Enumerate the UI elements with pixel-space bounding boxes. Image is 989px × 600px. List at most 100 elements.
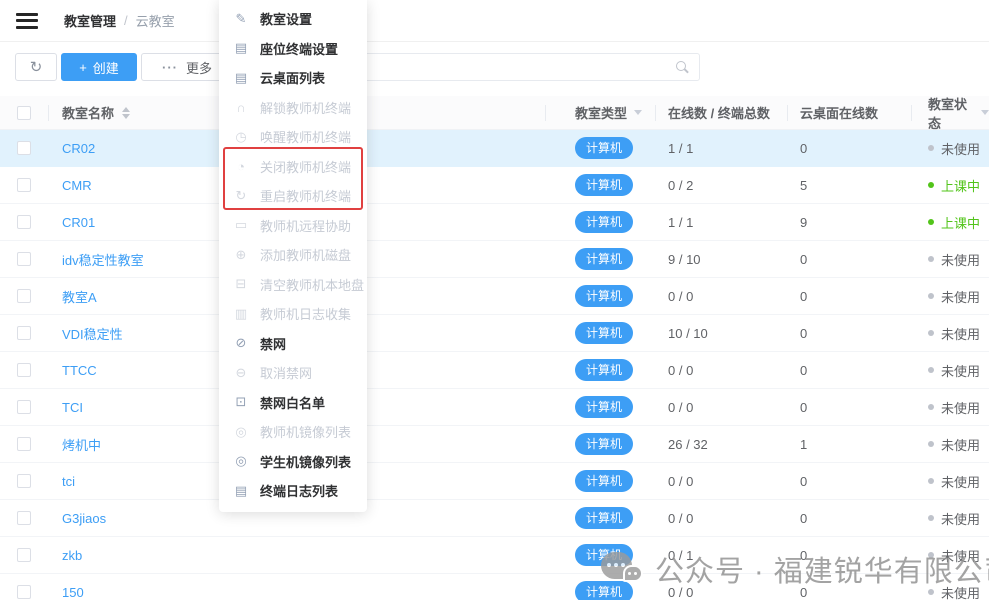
status-dot	[928, 330, 934, 336]
wake-clock-icon: ◷	[233, 129, 249, 145]
whitelist-edit-icon: ⊡	[233, 394, 249, 410]
row-checkbox[interactable]	[17, 585, 31, 599]
room-status: 上课中	[911, 213, 989, 232]
menu-item-unban-network[interactable]: ⊖ 取消禁网	[219, 358, 367, 388]
status-dot	[928, 515, 934, 521]
status-dot	[928, 441, 934, 447]
menu-item-label: 教师机镜像列表	[260, 422, 351, 441]
status-dot	[928, 293, 934, 299]
menu-item-label: 解锁教师机终端	[260, 98, 351, 117]
sort-icon[interactable]	[122, 107, 130, 119]
hamburger-menu-icon[interactable]	[16, 13, 38, 29]
room-name-link[interactable]: VDI稳定性	[62, 324, 123, 343]
row-checkbox[interactable]	[17, 215, 31, 229]
table-row[interactable]: TTCC 计算机 0 / 0 0 未使用	[0, 352, 989, 389]
menu-item-teacher-log-collect[interactable]: ▥ 教师机日志收集	[219, 299, 367, 329]
table-row[interactable]: CMR 计算机 0 / 2 5 上课中	[0, 167, 989, 204]
remote-assist-icon: ▭	[233, 217, 249, 233]
row-checkbox[interactable]	[17, 252, 31, 266]
menu-item-add-teacher-disk[interactable]: ⊕ 添加教师机磁盘	[219, 240, 367, 270]
room-name-link[interactable]: G3jiaos	[62, 511, 106, 526]
row-checkbox[interactable]	[17, 363, 31, 377]
room-name-link[interactable]: CR01	[62, 215, 95, 230]
menu-item-student-mirror-list[interactable]: ◎ 学生机镜像列表	[219, 447, 367, 477]
create-button[interactable]: + 创建	[61, 53, 137, 81]
menu-item-label: 禁网白名单	[260, 393, 325, 412]
menu-item-label: 教师机日志收集	[260, 304, 351, 323]
online-terminal-count: 0 / 0	[655, 511, 787, 526]
filter-caret-icon[interactable]	[634, 110, 642, 115]
menu-item-teacher-mirror-list[interactable]: ◎ 教师机镜像列表	[219, 417, 367, 447]
room-name-link[interactable]: TCI	[62, 400, 83, 415]
refresh-button[interactable]: ↻	[15, 53, 57, 81]
menu-item-ban-network[interactable]: ⊘ 禁网	[219, 329, 367, 359]
menu-item-network-whitelist[interactable]: ⊡ 禁网白名单	[219, 388, 367, 418]
log-collect-icon: ▥	[233, 306, 249, 322]
menu-item-cloud-desktop-list[interactable]: ▤ 云桌面列表	[219, 63, 367, 93]
room-status: 未使用	[911, 287, 989, 306]
cloud-desktop-online-count: 0	[787, 326, 911, 341]
status-label: 未使用	[941, 398, 980, 417]
table-row[interactable]: TCI 计算机 0 / 0 0 未使用	[0, 389, 989, 426]
cloud-desktop-online-count: 9	[787, 215, 911, 230]
unlock-icon: ∩	[233, 100, 249, 115]
room-name-link[interactable]: TTCC	[62, 363, 97, 378]
menu-item-seat-terminal-settings[interactable]: ▤ 座位终端设置	[219, 34, 367, 64]
online-terminal-count: 26 / 32	[655, 437, 787, 452]
row-checkbox[interactable]	[17, 289, 31, 303]
room-name-link[interactable]: 150	[62, 585, 84, 600]
room-name-link[interactable]: idv稳定性教室	[62, 250, 144, 269]
status-label: 上课中	[941, 176, 980, 195]
row-checkbox[interactable]	[17, 141, 31, 155]
table-row[interactable]: G3jiaos 计算机 0 / 0 0 未使用	[0, 500, 989, 537]
column-header-type[interactable]: 教室类型	[545, 96, 655, 129]
select-all-checkbox[interactable]	[17, 106, 31, 120]
table-row[interactable]: CR01 计算机 1 / 1 9 上课中	[0, 204, 989, 241]
row-checkbox[interactable]	[17, 474, 31, 488]
menu-item-wake-teacher-terminal[interactable]: ◷ 唤醒教师机终端	[219, 122, 367, 152]
menu-item-teacher-remote-assist[interactable]: ▭ 教师机远程协助	[219, 211, 367, 241]
refresh-icon: ↻	[30, 58, 43, 76]
row-checkbox[interactable]	[17, 511, 31, 525]
status-label: 未使用	[941, 435, 980, 454]
cloud-desktop-icon: ▤	[233, 70, 249, 86]
filter-caret-icon[interactable]	[981, 110, 989, 115]
status-label: 未使用	[941, 509, 980, 528]
room-name-link[interactable]: 烤机中	[62, 435, 101, 454]
room-name-link[interactable]: zkb	[62, 548, 82, 563]
column-header-status[interactable]: 教室状态	[911, 96, 989, 129]
online-terminal-count: 10 / 10	[655, 326, 787, 341]
table-row[interactable]: 烤机中 计算机 26 / 32 1 未使用	[0, 426, 989, 463]
status-dot	[928, 404, 934, 410]
room-name-link[interactable]: 教室A	[62, 287, 97, 306]
room-status: 未使用	[911, 139, 989, 158]
menu-item-restart-teacher-terminal[interactable]: ↻ 重启教师机终端	[219, 181, 367, 211]
menu-item-shutdown-teacher-terminal[interactable]: ◔ 关闭教师机终端	[219, 152, 367, 182]
room-name-link[interactable]: CR02	[62, 141, 95, 156]
terminal-log-icon: ▤	[233, 483, 249, 499]
row-checkbox[interactable]	[17, 548, 31, 562]
menu-item-clear-teacher-local-disk[interactable]: ⊟ 清空教师机本地盘	[219, 270, 367, 300]
menu-item-terminal-log-list[interactable]: ▤ 终端日志列表	[219, 476, 367, 506]
table-row[interactable]: idv稳定性教室 计算机 9 / 10 0 未使用	[0, 241, 989, 278]
row-checkbox[interactable]	[17, 326, 31, 340]
table-row[interactable]: VDI稳定性 计算机 10 / 10 0 未使用	[0, 315, 989, 352]
plus-icon: +	[79, 60, 87, 75]
row-checkbox[interactable]	[17, 178, 31, 192]
row-checkbox[interactable]	[17, 437, 31, 451]
breadcrumb-root[interactable]: 教室管理	[64, 11, 116, 30]
menu-item-unlock-teacher-terminal[interactable]: ∩ 解锁教师机终端	[219, 93, 367, 123]
room-type-badge: 计算机	[575, 174, 633, 196]
room-name-link[interactable]: tci	[62, 474, 75, 489]
row-checkbox[interactable]	[17, 400, 31, 414]
room-name-link[interactable]: CMR	[62, 178, 92, 193]
menu-item-classroom-settings[interactable]: ✎ 教室设置	[219, 4, 367, 34]
menu-item-label: 教师机远程协助	[260, 216, 351, 235]
status-label: 未使用	[941, 361, 980, 380]
table-row[interactable]: 教室A 计算机 0 / 0 0 未使用	[0, 278, 989, 315]
table-row[interactable]: tci 计算机 0 / 0 0 未使用	[0, 463, 989, 500]
ellipsis-icon: ···	[162, 60, 178, 75]
create-button-label: 创建	[93, 58, 119, 77]
table-row[interactable]: CR02 计算机 1 / 1 0 未使用	[0, 130, 989, 167]
room-status: 未使用	[911, 250, 989, 269]
